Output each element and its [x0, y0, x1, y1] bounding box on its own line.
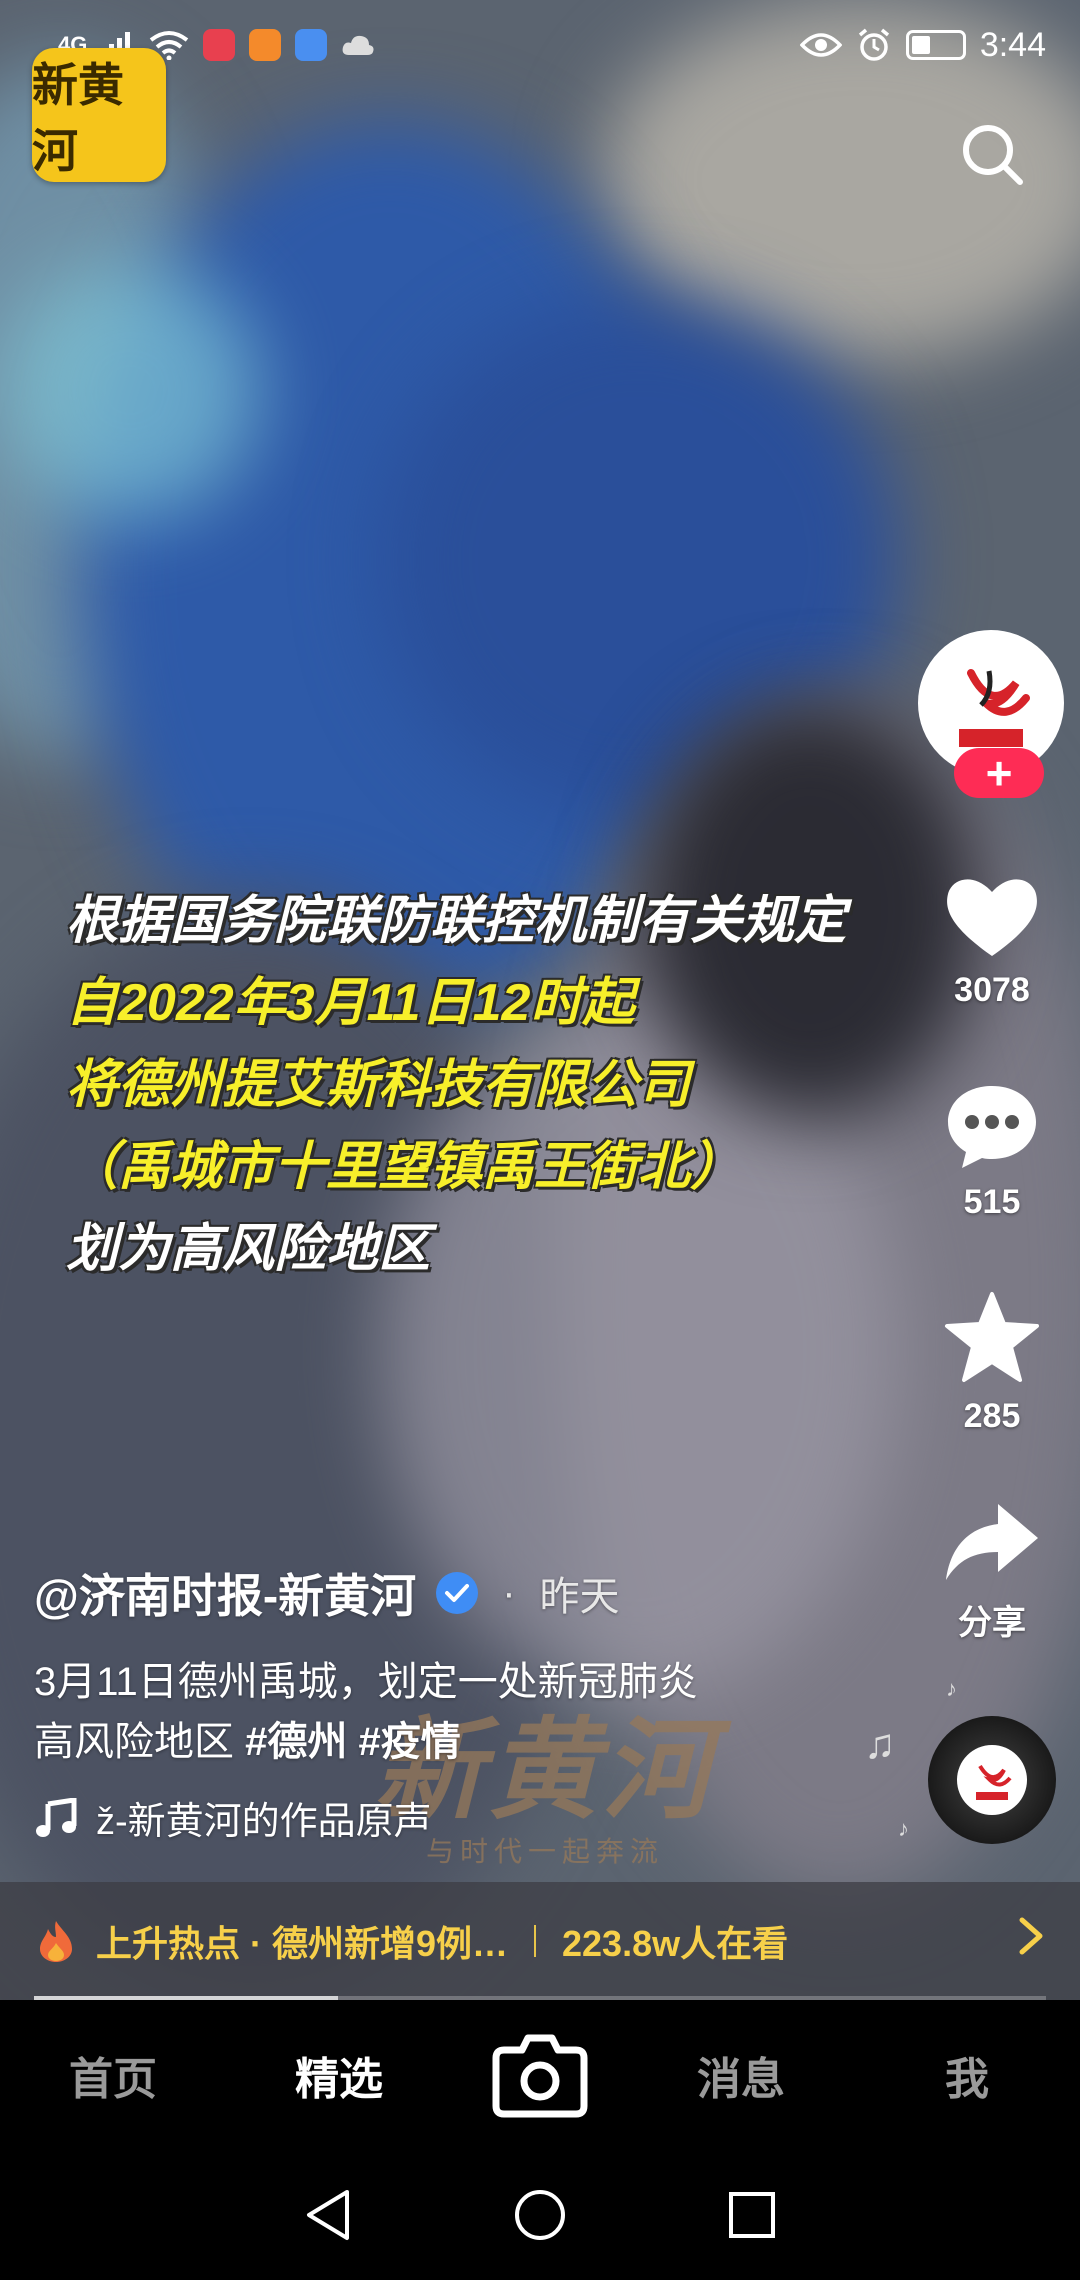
favorite-count: 285	[963, 1397, 1021, 1435]
video-app-icon	[249, 29, 282, 61]
chevron-right-icon[interactable]	[1018, 1916, 1044, 1967]
description-line-2: 高风险地区 #德州 #疫情	[34, 1712, 834, 1772]
author-name[interactable]: @济南时报-新黄河	[34, 1560, 416, 1626]
post-dot: ·	[502, 1570, 516, 1615]
share-label: 分享	[958, 1604, 1026, 1642]
favorite-button[interactable]: 285	[912, 1290, 1072, 1436]
jinan-times-logo-icon	[976, 1764, 1012, 1800]
caption-line-4: （禹城市十里望镇禹王街北）	[66, 1138, 743, 1196]
back-triangle-icon[interactable]	[303, 2188, 353, 2242]
trending-viewers: 223.8w人在看	[562, 1923, 789, 1964]
share-arrow-icon	[946, 1504, 1038, 1580]
search-icon	[963, 125, 1023, 185]
camera-icon	[492, 2034, 588, 2118]
caption-line-3: 将德州提艾斯科技有限公司	[66, 1056, 691, 1114]
author-avatar-wrap: +	[918, 630, 1064, 800]
post-description[interactable]: 3月11日德州禹城，划定一处新冠肺炎 高风险地区 #德州 #疫情	[34, 1652, 834, 1772]
home-circle-icon[interactable]	[513, 2188, 567, 2242]
nav-featured[interactable]: 精选	[264, 2043, 414, 2107]
bottom-nav: 首页 精选 消息 我	[0, 2000, 1080, 2150]
status-time: 3:44	[979, 25, 1046, 64]
recents-square-icon[interactable]	[727, 2190, 777, 2240]
star-icon	[945, 1292, 1039, 1382]
camera-button[interactable]	[490, 2025, 590, 2125]
description-text: 高风险地区	[34, 1720, 234, 1764]
eye-icon	[799, 33, 842, 57]
hashtag-dezhou[interactable]: #德州	[245, 1720, 347, 1764]
mail-app-icon	[203, 29, 236, 61]
system-nav-bar	[0, 2150, 1080, 2280]
fire-icon	[40, 1921, 72, 1962]
comment-button[interactable]: 515	[912, 1080, 1072, 1222]
music-note-small-icon: ♪	[946, 1676, 957, 1701]
post-time: 昨天	[539, 1575, 620, 1619]
video-caption: 根据国务院联防联控机制有关规定 自2022年3月11日12时起 将德州提艾斯科技…	[66, 880, 886, 1290]
trending-topic[interactable]: 上升热点 · 德州新增9例…	[96, 1915, 508, 1967]
music-note-small-icon-2: ♪	[898, 1816, 909, 1841]
status-right: 3:44	[799, 25, 1046, 65]
app-logo: 新黄河	[32, 48, 166, 182]
follow-button[interactable]: +	[954, 748, 1044, 798]
author-row[interactable]: @济南时报-新黄河 · 昨天	[34, 1560, 620, 1626]
music-disc-cover	[957, 1745, 1027, 1815]
music-title: ž-新黄河的作品原声	[96, 1801, 432, 1843]
battery-icon	[905, 30, 966, 60]
music-note-icon: ♫	[864, 1720, 896, 1767]
music-disc[interactable]	[928, 1716, 1056, 1844]
jinan-times-logo-icon	[959, 669, 1030, 747]
music-app-icon	[295, 29, 328, 61]
comment-icon	[948, 1086, 1036, 1168]
share-button[interactable]: 分享	[912, 1500, 1072, 1644]
music-row[interactable]: ž-新黄河的作品原声	[34, 1790, 432, 1845]
caption-line-1: 根据国务院联防联控机制有关规定	[66, 892, 847, 950]
description-line-1: 3月11日德州禹城，划定一处新冠肺炎	[34, 1660, 698, 1704]
trending-divider	[534, 1925, 537, 1957]
search-button[interactable]	[958, 120, 1028, 190]
comment-count: 515	[963, 1183, 1021, 1221]
verified-badge-icon	[436, 1572, 479, 1614]
nav-messages[interactable]: 消息	[666, 2043, 816, 2107]
like-count: 3078	[954, 971, 1030, 1009]
caption-line-5: 划为高风险地区	[66, 1220, 431, 1278]
heart-icon	[947, 879, 1037, 956]
like-button[interactable]: 3078	[912, 870, 1072, 1010]
music-note-icon	[36, 1797, 77, 1837]
hashtag-yiqing[interactable]: #疫情	[359, 1720, 461, 1764]
nav-home[interactable]: 首页	[38, 2043, 188, 2107]
cloud-icon	[342, 35, 374, 55]
nav-me[interactable]: 我	[892, 2043, 1042, 2107]
alarm-icon	[858, 28, 889, 61]
caption-line-2: 自2022年3月11日12时起	[66, 974, 635, 1032]
trending-bar[interactable]: 上升热点 · 德州新增9例… 223.8w人在看	[0, 1882, 1080, 2000]
